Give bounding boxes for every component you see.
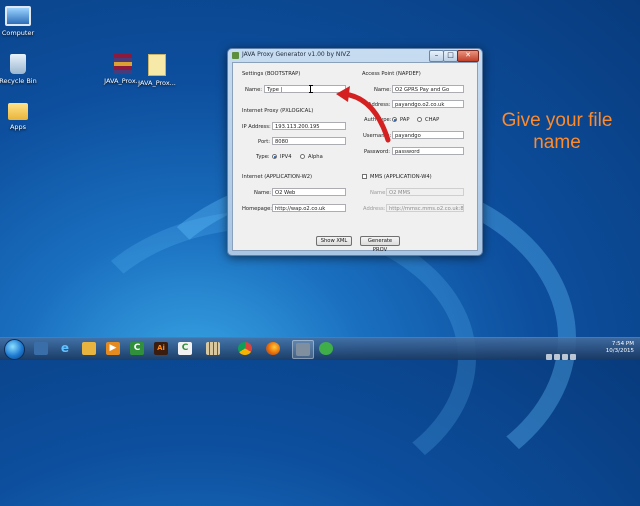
clock-date: 10/3/2015 (605, 348, 634, 354)
window-titlebar[interactable]: JAVA Proxy Generator v1.00 by NIVZ – □ ✕ (228, 49, 482, 62)
taskbar-illustrator[interactable]: Ai (151, 340, 171, 357)
desktop-icon-computer[interactable]: Computer (0, 6, 44, 37)
minimize-button[interactable]: – (429, 50, 444, 62)
camtasia-recorder-icon: C (178, 342, 192, 355)
taskbar-folder[interactable] (79, 340, 99, 357)
taskbar-camtasia-recorder[interactable]: C (175, 340, 195, 357)
ap-password-input[interactable]: password (392, 147, 464, 155)
internet-homepage-label: Homepage: (242, 206, 273, 212)
mms-name-input: O2 MMS (386, 188, 464, 196)
computer-icon (5, 6, 31, 26)
maximize-button[interactable]: □ (443, 50, 458, 62)
internet-section-title: Internet (APPLICATION-W2) (242, 174, 313, 180)
proxy-type-ipv4-label: IPV4 (280, 154, 292, 160)
start-button[interactable] (4, 339, 25, 360)
folder-icon (82, 342, 96, 355)
close-button[interactable]: ✕ (457, 50, 479, 62)
mms-name-label: Name: (370, 190, 388, 196)
proxy-port-label: Port: (258, 139, 271, 145)
show-xml-button[interactable]: Show XML (316, 236, 352, 246)
internet-homepage-input[interactable]: http://wap.o2.co.uk (272, 204, 346, 212)
ap-auth-pap-label: PAP (400, 117, 410, 123)
desktop-icon-label: Recycle Bin (0, 77, 37, 85)
ap-password-label: Password: (364, 149, 390, 155)
taskbar: e ▶ C Ai C 7:54 PM 10/3/2015 (0, 337, 640, 360)
proxy-ip-label: IP Address: (242, 124, 271, 130)
tutorial-caption-line2: name (533, 132, 581, 153)
taskbar-firefox[interactable] (263, 340, 283, 357)
proxy-type-ipv4-radio[interactable] (272, 154, 277, 159)
settings-section-title: Settings (BOOTSTRAP) (242, 71, 301, 77)
illustrator-icon: Ai (154, 342, 168, 355)
taskbar-green-app[interactable] (316, 340, 336, 357)
mms-address-input: http://mmsc.mms.o2.co.uk:8002 (386, 204, 464, 212)
proxy-type-label: Type: (256, 154, 270, 160)
desktop-icon-label: JAVA_Prox... (138, 79, 176, 87)
taskbar-explorer[interactable] (31, 340, 51, 357)
media-player-icon: ▶ (106, 342, 120, 355)
window-title: JAVA Proxy Generator v1.00 by NIVZ (242, 51, 351, 58)
mms-section-title: MMS (APPLICATION-W4) (370, 174, 432, 180)
taskbar-media-player[interactable]: ▶ (103, 340, 123, 357)
access-point-section-title: Access Point (NAPDEF) (362, 71, 421, 77)
desktop-icon-apps[interactable]: Apps (0, 103, 44, 131)
ap-auth-chap-label: CHAP (425, 117, 440, 123)
taskbar-library[interactable] (203, 340, 223, 357)
explorer-icon (34, 342, 48, 355)
camtasia-icon: C (130, 342, 144, 355)
folder-icon (8, 103, 28, 120)
annotation-arrow-icon (336, 86, 391, 143)
ap-name-input[interactable]: O2 GPRS Pay and Go (392, 85, 464, 93)
taskbar-chrome[interactable] (235, 340, 255, 357)
system-tray-icons[interactable] (546, 345, 596, 360)
tray-arrow-icon[interactable] (546, 354, 552, 360)
taskbar-ie[interactable]: e (55, 340, 75, 357)
winrar-archive-icon (114, 54, 132, 74)
desktop-icon-java-proxy-file[interactable]: JAVA_Prox... (131, 54, 183, 87)
ie-icon: e (60, 341, 70, 355)
proxy-type-alpha-radio[interactable] (300, 154, 305, 159)
taskbar-clock[interactable]: 7:54 PM 10/3/2015 (606, 341, 634, 355)
desktop-icon-recycle-bin[interactable]: Recycle Bin (0, 54, 44, 85)
green-app-icon (319, 342, 333, 355)
tutorial-caption: Give your file name (492, 110, 622, 154)
chrome-icon (238, 342, 252, 355)
library-icon (206, 342, 220, 355)
network-icon[interactable] (562, 354, 568, 360)
volume-icon[interactable] (570, 354, 576, 360)
desktop-icon-label: Apps (9, 123, 27, 131)
settings-name-label: Name: (245, 87, 263, 93)
taskbar-java-app[interactable] (292, 340, 314, 359)
taskbar-camtasia[interactable]: C (127, 340, 147, 357)
file-icon (148, 54, 166, 76)
desktop-icon-label: Computer (1, 29, 35, 37)
recycle-bin-icon (10, 54, 26, 74)
flag-icon[interactable] (554, 354, 560, 360)
internet-name-label: Name: (254, 190, 272, 196)
firefox-icon (266, 342, 280, 355)
internet-name-input[interactable]: O2 Web (272, 188, 346, 196)
clock-time: 7:54 PM (611, 341, 634, 347)
ap-address-input[interactable]: payandgo.o2.co.uk (392, 100, 464, 108)
proxy-type-alpha-label: Alpha (308, 154, 323, 160)
ap-username-input[interactable]: payandgo (392, 131, 464, 139)
ap-auth-chap-radio[interactable] (417, 117, 422, 122)
java-app-icon (296, 343, 310, 356)
tutorial-caption-line1: Give your file (501, 110, 613, 131)
mms-address-label: Address: (363, 206, 386, 212)
generate-prov-button[interactable]: Generate PROV (360, 236, 400, 253)
app-icon (232, 52, 239, 59)
mms-enable-checkbox[interactable] (362, 174, 367, 179)
